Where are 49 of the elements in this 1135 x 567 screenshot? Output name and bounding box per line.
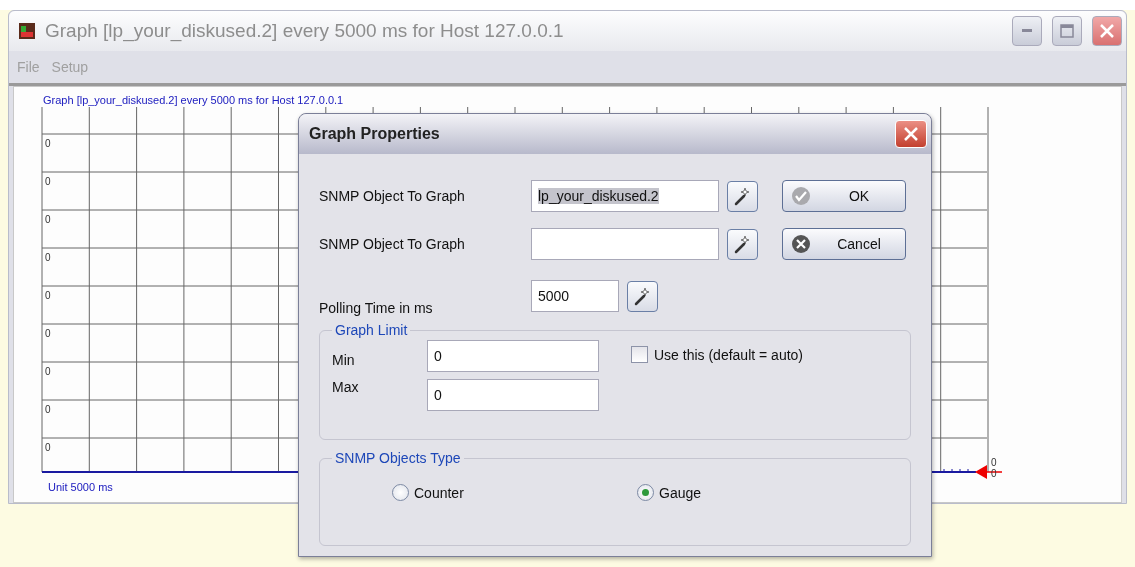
radio-button[interactable] [637, 484, 654, 501]
field-label: SNMP Object To Graph [319, 188, 466, 204]
cancel-button[interactable]: Cancel [782, 228, 906, 260]
cancel-icon [791, 234, 811, 254]
group-title: SNMP Objects Type [334, 450, 462, 466]
close-button[interactable] [1092, 16, 1122, 46]
close-icon [903, 126, 919, 142]
radio-label: Counter [414, 484, 464, 501]
axis-label: 0 [44, 251, 51, 265]
axis-label: 0 [44, 137, 51, 151]
radio-button[interactable] [392, 484, 409, 501]
minimize-button[interactable] [1012, 16, 1042, 46]
min-field[interactable]: 0 [427, 340, 599, 372]
wand-button[interactable] [727, 180, 758, 212]
wand-button[interactable] [727, 228, 758, 260]
maximize-button[interactable] [1052, 16, 1082, 46]
radio-label: Gauge [659, 484, 702, 501]
field-label: SNMP Object To Graph [319, 236, 466, 252]
close-icon [1099, 23, 1115, 39]
value-label: 0 [991, 457, 997, 468]
value-label: 0 [991, 468, 997, 479]
unit-label: Unit 5000 ms [48, 481, 113, 493]
max-field[interactable]: 0 [427, 379, 599, 411]
minimize-icon [1022, 29, 1032, 33]
window-title: Graph [lp_your_diskused.2] every 5000 ms for Host 127.0.0.1 [45, 20, 565, 42]
check-icon [791, 186, 811, 206]
axis-label: 0 [44, 403, 51, 417]
ok-button[interactable]: OK [782, 180, 906, 212]
maximize-icon [1060, 24, 1074, 38]
text-field[interactable]: 5000 [531, 280, 619, 312]
axis-label: 0 [44, 327, 51, 341]
axis-label: 0 [44, 289, 51, 303]
field-label: Min [332, 351, 356, 368]
field-label: Max [332, 379, 360, 395]
checkbox[interactable] [631, 346, 648, 363]
text-field[interactable] [531, 228, 719, 260]
axis-label: 0 [44, 213, 51, 227]
pointer-arrow-icon [975, 465, 1003, 479]
group-title: Graph Limit [334, 322, 409, 338]
field-label: Polling Time in ms [319, 300, 434, 316]
text-field[interactable]: lp_your_diskused.2 [531, 180, 719, 212]
graph-title: Graph [lp_your_diskused.2] every 5000 ms for Host 127.0.0.1 [43, 94, 344, 106]
axis-label: 0 [44, 441, 51, 455]
dialog-title: Graph Properties [309, 125, 441, 143]
wand-button[interactable] [627, 280, 658, 312]
checkbox-label: Use this (default = auto) [654, 346, 804, 363]
axis-label: 0 [44, 175, 51, 189]
app-icon [19, 23, 35, 39]
axis-label: 0 [44, 365, 51, 379]
